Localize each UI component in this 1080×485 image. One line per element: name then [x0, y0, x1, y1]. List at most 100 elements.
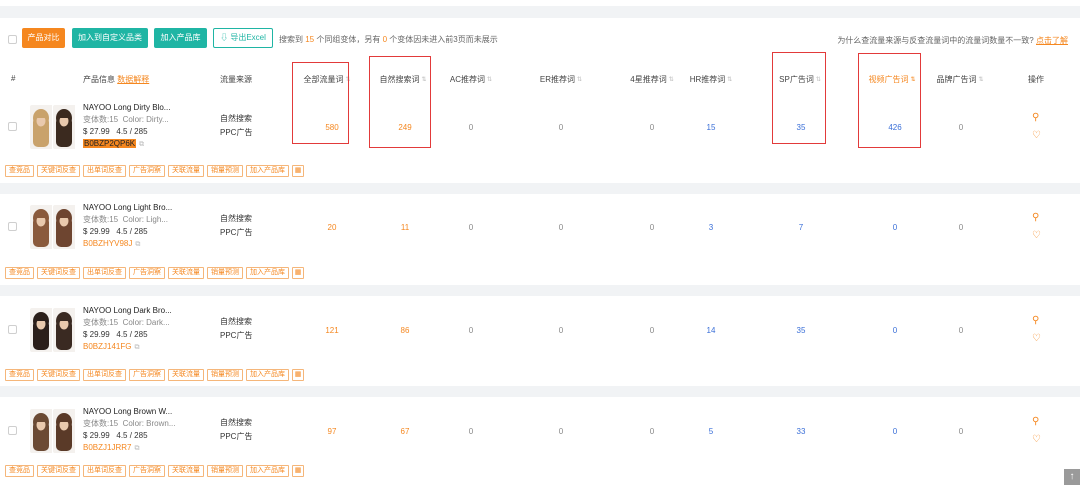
row-action-tag[interactable]: 广告洞察: [129, 369, 165, 381]
value-all[interactable]: 97: [328, 427, 337, 436]
search-icon[interactable]: ⚲: [1032, 112, 1039, 123]
value-er[interactable]: 0: [559, 326, 563, 335]
row-action-tag[interactable]: 查竞品: [5, 465, 34, 477]
sort-icon[interactable]: ⇅: [577, 76, 582, 83]
value-four-star[interactable]: 0: [650, 223, 654, 232]
row-action-tag[interactable]: 销量预测: [207, 369, 243, 381]
col-hr[interactable]: HR推荐词 ⇅: [690, 74, 733, 85]
calculator-icon[interactable]: ▦: [292, 369, 304, 381]
value-er[interactable]: 0: [559, 123, 563, 132]
value-sp[interactable]: 35: [797, 326, 806, 335]
col-brand[interactable]: 品牌广告词 ⇅: [936, 74, 983, 85]
row-action-tag[interactable]: 关键词反查: [37, 465, 80, 477]
value-er[interactable]: 0: [559, 223, 563, 232]
row-action-tag[interactable]: 加入产品库: [246, 267, 289, 279]
external-link-icon[interactable]: ⧉: [139, 141, 144, 148]
row-action-tag[interactable]: 出单词反查: [83, 267, 126, 279]
asin-link[interactable]: B0BZJ141FG: [83, 342, 131, 351]
value-ac[interactable]: 0: [469, 326, 473, 335]
value-sp[interactable]: 7: [799, 223, 803, 232]
row-action-tag[interactable]: 关联流量: [168, 165, 204, 177]
row-checkbox[interactable]: [8, 426, 17, 435]
value-all[interactable]: 20: [328, 223, 337, 232]
external-link-icon[interactable]: ⧉: [135, 241, 140, 248]
external-link-icon[interactable]: ⧉: [134, 344, 139, 351]
row-action-tag[interactable]: 查竞品: [5, 267, 34, 279]
value-brand[interactable]: 0: [959, 427, 963, 436]
value-video[interactable]: 426: [888, 123, 901, 132]
row-action-tag[interactable]: 关联流量: [168, 267, 204, 279]
heart-icon[interactable]: ♡: [1032, 333, 1041, 344]
value-sp[interactable]: 35: [797, 123, 806, 132]
row-checkbox[interactable]: [8, 325, 17, 334]
calculator-icon[interactable]: ▦: [292, 165, 304, 177]
value-hr[interactable]: 5: [709, 427, 713, 436]
value-video[interactable]: 0: [893, 326, 897, 335]
calculator-icon[interactable]: ▦: [292, 465, 304, 477]
value-brand[interactable]: 0: [959, 123, 963, 132]
value-hr[interactable]: 15: [707, 123, 716, 132]
sort-icon[interactable]: ⇅: [669, 76, 674, 83]
row-action-tag[interactable]: 销量预测: [207, 165, 243, 177]
col-four-star[interactable]: 4星推荐词 ⇅: [630, 74, 673, 85]
arrow-up-icon[interactable]: ↑: [1064, 469, 1080, 485]
search-icon[interactable]: ⚲: [1032, 315, 1039, 326]
product-title[interactable]: NAYOO Long Brown W...: [83, 406, 203, 418]
row-checkbox[interactable]: [8, 222, 17, 231]
value-er[interactable]: 0: [559, 427, 563, 436]
value-video[interactable]: 0: [893, 427, 897, 436]
row-action-tag[interactable]: 广告洞察: [129, 465, 165, 477]
help-link[interactable]: 点击了解: [1036, 36, 1068, 45]
sort-icon[interactable]: ⇅: [487, 76, 492, 83]
value-hr[interactable]: 14: [707, 326, 716, 335]
add-to-category-button[interactable]: 加入到自定义品类: [72, 28, 148, 48]
value-ac[interactable]: 0: [469, 427, 473, 436]
row-action-tag[interactable]: 广告洞察: [129, 267, 165, 279]
row-action-tag[interactable]: 关键词反查: [37, 165, 80, 177]
row-action-tag[interactable]: 出单词反查: [83, 465, 126, 477]
value-organic[interactable]: 249: [398, 123, 411, 132]
value-video[interactable]: 0: [893, 223, 897, 232]
col-ac[interactable]: AC推荐词 ⇅: [450, 74, 492, 85]
row-action-tag[interactable]: 查竞品: [5, 369, 34, 381]
product-title[interactable]: NAYOO Long Light Bro...: [83, 202, 203, 214]
value-ac[interactable]: 0: [469, 223, 473, 232]
value-four-star[interactable]: 0: [650, 123, 654, 132]
product-title[interactable]: NAYOO Long Dark Bro...: [83, 305, 203, 317]
row-action-tag[interactable]: 关键词反查: [37, 369, 80, 381]
value-all[interactable]: 121: [325, 326, 338, 335]
sort-icon[interactable]: ⇅: [978, 76, 983, 83]
row-action-tag[interactable]: 加入产品库: [246, 465, 289, 477]
add-to-library-button[interactable]: 加入产品库: [154, 28, 207, 48]
heart-icon[interactable]: ♡: [1032, 130, 1041, 141]
row-action-tag[interactable]: 关联流量: [168, 369, 204, 381]
row-action-tag[interactable]: 出单词反查: [83, 165, 126, 177]
data-explain-link[interactable]: 数据解释: [117, 75, 149, 84]
product-title[interactable]: NAYOO Long Dirty Blo...: [83, 102, 203, 114]
search-icon[interactable]: ⚲: [1032, 416, 1039, 427]
search-icon[interactable]: ⚲: [1032, 212, 1039, 223]
asin-link[interactable]: B0BZHYV98J: [83, 239, 132, 248]
row-action-tag[interactable]: 关联流量: [168, 465, 204, 477]
row-action-tag[interactable]: 销量预测: [207, 267, 243, 279]
row-action-tag[interactable]: 销量预测: [207, 465, 243, 477]
row-checkbox[interactable]: [8, 122, 17, 131]
value-brand[interactable]: 0: [959, 326, 963, 335]
row-action-tag[interactable]: 关键词反查: [37, 267, 80, 279]
value-four-star[interactable]: 0: [650, 427, 654, 436]
sort-icon[interactable]: ⇅: [727, 76, 732, 83]
col-er[interactable]: ER推荐词 ⇅: [540, 74, 582, 85]
value-hr[interactable]: 3: [709, 223, 713, 232]
calculator-icon[interactable]: ▦: [292, 267, 304, 279]
value-organic[interactable]: 11: [401, 223, 409, 232]
heart-icon[interactable]: ♡: [1032, 434, 1041, 445]
row-action-tag[interactable]: 广告洞察: [129, 165, 165, 177]
select-all-checkbox[interactable]: [8, 35, 17, 44]
export-excel-button[interactable]: ⇩ 导出Excel: [213, 28, 273, 48]
heart-icon[interactable]: ♡: [1032, 230, 1041, 241]
row-action-tag[interactable]: 加入产品库: [246, 165, 289, 177]
compare-button[interactable]: 产品对比: [22, 28, 65, 48]
row-action-tag[interactable]: 加入产品库: [246, 369, 289, 381]
value-four-star[interactable]: 0: [650, 326, 654, 335]
value-ac[interactable]: 0: [469, 123, 473, 132]
